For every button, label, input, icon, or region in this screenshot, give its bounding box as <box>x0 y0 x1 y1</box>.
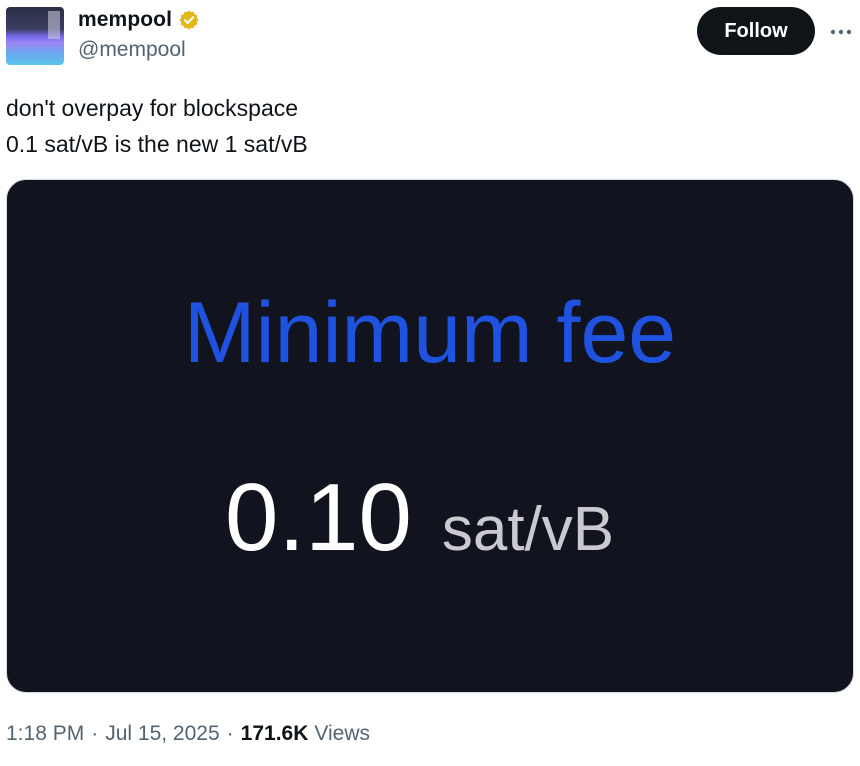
tweet-text-line: 0.1 sat/vB is the new 1 sat/vB <box>6 131 308 157</box>
tweet-time[interactable]: 1:18 PM <box>6 722 84 746</box>
separator-dot: · <box>226 722 234 745</box>
tweet-meta: 1:18 PM · Jul 15, 2025 · 171.6K Views <box>6 722 370 746</box>
media-title: Minimum fee <box>183 285 677 381</box>
separator-dot: · <box>91 722 99 745</box>
follow-button[interactable]: Follow <box>697 7 815 55</box>
media-fee-value: 0.10 <box>225 464 412 571</box>
author-display-name[interactable]: mempool <box>78 8 172 32</box>
tweet-media-image[interactable] <box>6 179 854 693</box>
author-handle[interactable]: @mempool <box>78 38 186 62</box>
tweet-date[interactable]: Jul 15, 2025 <box>105 722 219 746</box>
author-name-row: mempool <box>78 8 200 32</box>
more-horizontal-icon[interactable] <box>829 20 853 44</box>
views-label: Views <box>314 722 371 745</box>
avatar[interactable] <box>6 7 64 65</box>
avatar-logo-bar <box>48 11 60 39</box>
media-value-row: 0.10 sat/vB <box>225 470 614 566</box>
media-fee-unit: sat/vB <box>441 495 615 564</box>
tweet-text-line: don't overpay for blockspace <box>6 95 299 121</box>
views-count: 171.6K <box>240 722 309 745</box>
verified-badge-icon <box>178 9 200 31</box>
tweet-card: mempool @mempool Follow don't overpay fo… <box>0 0 860 766</box>
tweet-text: don't overpay for blockspace 0.1 sat/vB … <box>6 90 308 162</box>
